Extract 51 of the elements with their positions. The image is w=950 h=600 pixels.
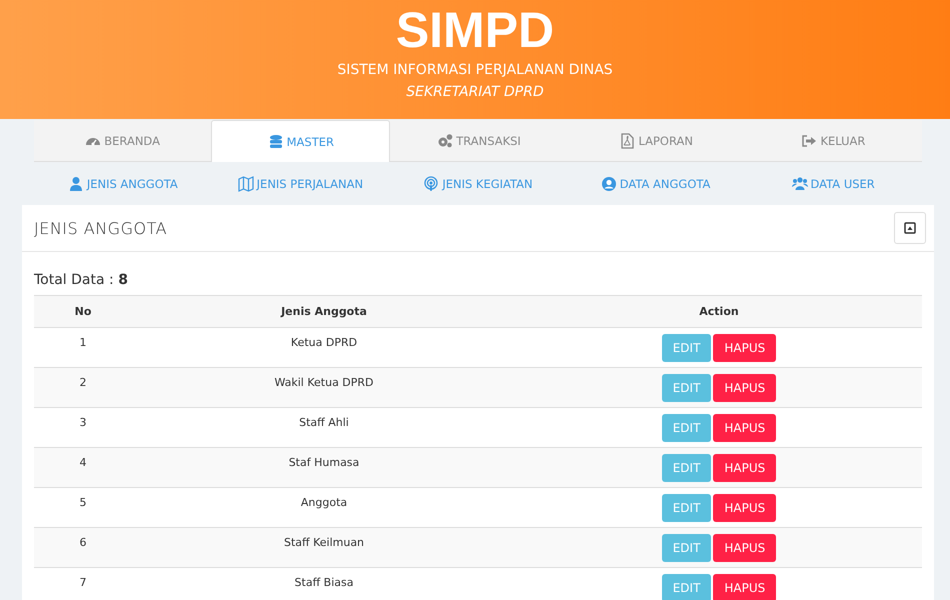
delete-button[interactable]: HAPUS — [713, 454, 776, 482]
app-subtitle: SISTEM INFORMASI PERJALANAN DINAS — [337, 62, 613, 78]
collapse-button[interactable] — [894, 212, 926, 244]
edit-button[interactable]: EDIT — [662, 494, 712, 522]
table-cell: 2 — [34, 368, 132, 408]
exit-icon — [801, 132, 818, 148]
table-cell: 4 — [34, 448, 132, 488]
broadcast-icon — [423, 176, 440, 192]
nav-tab[interactable]: LAPORAN — [568, 120, 745, 161]
submenu-link[interactable]: JENIS ANGGOTA — [34, 162, 212, 205]
submenu-link[interactable]: JENIS KEGIATAN — [389, 162, 567, 205]
delete-button[interactable]: HAPUS — [713, 574, 776, 600]
edit-button[interactable]: EDIT — [662, 414, 712, 442]
delete-button[interactable]: HAPUS — [713, 534, 776, 562]
column-header: Jenis Anggota — [132, 296, 516, 328]
nav-tab[interactable]: BERANDA — [34, 120, 212, 161]
user-icon — [68, 176, 84, 192]
table-cell: Staf Humasa — [132, 448, 516, 488]
column-header: Action — [516, 296, 922, 328]
delete-button[interactable]: HAPUS — [713, 494, 776, 522]
user-circle-icon — [600, 176, 617, 192]
edit-button[interactable]: EDIT — [662, 334, 712, 362]
nav-tab[interactable]: KELUAR — [744, 120, 922, 161]
pdf-file-icon — [619, 132, 636, 148]
nav-tab[interactable]: TRANSAKSI — [390, 120, 568, 161]
edit-button[interactable]: EDIT — [662, 454, 712, 482]
card-title: JENIS ANGGOTA — [34, 218, 168, 238]
submenu-link[interactable]: JENIS PERJALANAN — [212, 162, 390, 205]
total-data-text: Total Data : 8 — [34, 272, 129, 288]
delete-button[interactable]: HAPUS — [713, 414, 776, 442]
map-icon — [238, 176, 254, 192]
users-icon — [792, 176, 808, 192]
table-cell: Staff Keilmuan — [132, 528, 516, 568]
delete-button[interactable]: HAPUS — [713, 374, 776, 402]
edit-button[interactable]: EDIT — [662, 574, 712, 600]
database-icon — [268, 134, 284, 150]
edit-button[interactable]: EDIT — [662, 374, 712, 402]
gears-icon — [437, 132, 454, 148]
table-cell: Wakil Ketua DPRD — [132, 368, 516, 408]
app-title: SIMPD — [396, 2, 554, 58]
submenu-link[interactable]: DATA USER — [744, 162, 922, 205]
table-cell: Staff Biasa — [132, 568, 516, 600]
table-cell: 7 — [34, 568, 132, 600]
table-cell: 6 — [34, 528, 132, 568]
edit-button[interactable]: EDIT — [662, 534, 712, 562]
column-header: No — [34, 296, 132, 328]
collapse-icon — [904, 222, 916, 234]
delete-button[interactable]: HAPUS — [713, 334, 776, 362]
nav-tab[interactable]: MASTER — [211, 120, 390, 162]
submenu-link[interactable]: DATA ANGGOTA — [566, 162, 744, 205]
organization-name: SEKRETARIAT DPRD — [406, 84, 544, 100]
